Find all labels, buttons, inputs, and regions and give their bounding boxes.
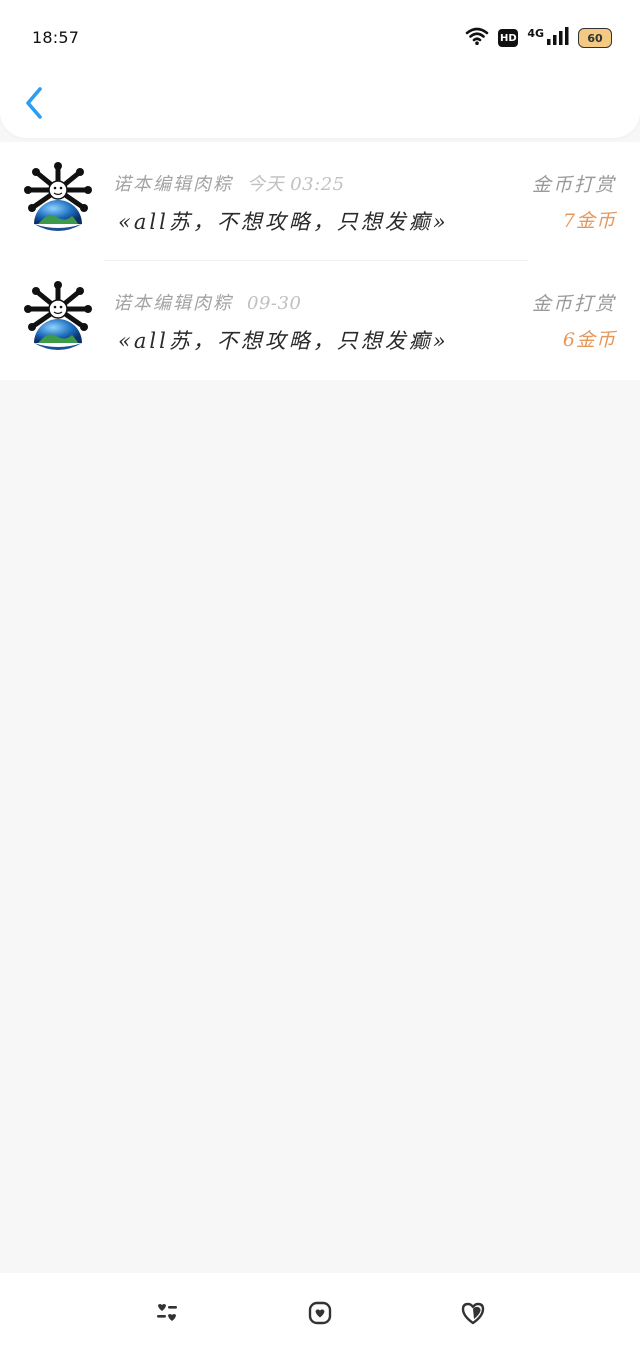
heart-badge-icon [308, 1301, 332, 1325]
book-title[interactable]: «all苏，不想攻略，只想发癫» [118, 206, 449, 236]
signal-icon [547, 27, 569, 49]
reward-type: 金币打赏 [531, 293, 616, 315]
bottom-nav-bar [0, 1273, 640, 1351]
nav-heart-button[interactable] [306, 1299, 334, 1327]
book-title[interactable]: «all苏，不想攻略，只想发癫» [118, 325, 449, 355]
avatar[interactable] [22, 281, 94, 357]
reward-meta: 诺本编辑肉粽 09-30 [113, 289, 301, 315]
top-bar: 18:57 HD 4G 60 [0, 0, 640, 138]
reward-meta: 诺本编辑肉粽 今天 03:25 [113, 170, 345, 196]
user-name[interactable]: 诺本编辑肉粽 [113, 174, 233, 195]
chevron-left-icon [26, 87, 42, 119]
reward-amount: 7金币 [562, 210, 616, 232]
back-button[interactable] [20, 84, 50, 122]
network-type-label: 4G [527, 26, 544, 40]
hd-badge: HD [498, 29, 519, 47]
list-item[interactable]: 诺本编辑肉粽 09-30 «all苏，不想攻略，只想发癫» 金币打赏 6金币 [0, 261, 640, 380]
battery-icon: 60 [578, 28, 612, 48]
list-item[interactable]: 诺本编辑肉粽 今天 03:25 «all苏，不想攻略，只想发癫» 金币打赏 7金币 [0, 142, 640, 261]
status-icons: HD 4G 60 [465, 24, 612, 52]
list-heart-icon [157, 1304, 177, 1321]
reward-list: 诺本编辑肉粽 今天 03:25 «all苏，不想攻略，只想发癫» 金币打赏 7金币 [0, 142, 640, 380]
reward-type: 金币打赏 [531, 174, 616, 196]
avatar[interactable] [22, 162, 94, 238]
user-name[interactable]: 诺本编辑肉粽 [113, 293, 233, 314]
status-time: 18:57 [32, 28, 80, 47]
reward-time: 09-30 [247, 293, 302, 314]
nav-list-button[interactable] [153, 1299, 181, 1327]
heart-tag-icon [461, 1302, 485, 1325]
wifi-icon [465, 26, 489, 50]
reward-time: 今天 03:25 [247, 174, 345, 195]
nav-heart-tag-button[interactable] [459, 1299, 487, 1327]
reward-amount: 6金币 [562, 329, 616, 351]
